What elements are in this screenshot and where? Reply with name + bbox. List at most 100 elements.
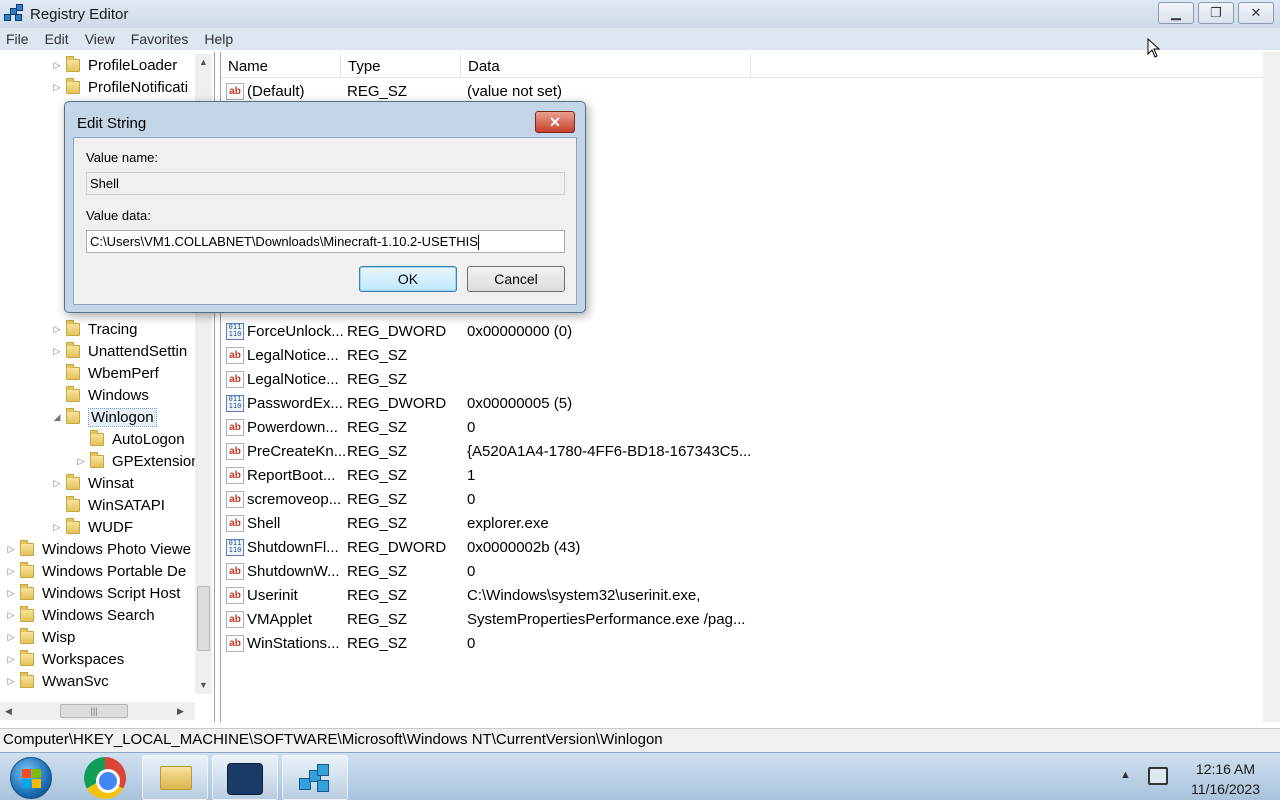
- network-icon[interactable]: [1148, 767, 1168, 785]
- show-hidden-icons-icon[interactable]: ▲: [1120, 769, 1131, 781]
- value-row[interactable]: 011 110 ShutdownFl... REG_DWORD 0x0000002b …: [221, 536, 1121, 560]
- tree-item[interactable]: ▷ ProfileLoader: [52, 54, 177, 76]
- folder-icon: [66, 319, 80, 336]
- tree-item[interactable]: ▷ Wisp: [6, 626, 75, 648]
- value-row[interactable]: 011 110 ForceUnlock... REG_DWORD 0x00000000…: [221, 320, 1121, 344]
- collapse-arrow-icon[interactable]: ◢: [52, 412, 62, 423]
- tree-item-label: Windows Script Host: [42, 584, 181, 602]
- value-name-cell: scremoveop...: [247, 491, 342, 508]
- value-row[interactable]: 011 110 PasswordEx... REG_DWORD 0x00000005 …: [221, 392, 1121, 416]
- value-row[interactable]: ab LegalNotice... REG_SZ: [221, 344, 1121, 368]
- expand-arrow-icon[interactable]: ▷: [6, 610, 16, 621]
- scroll-left-icon[interactable]: ◀: [0, 702, 17, 720]
- scroll-up-icon[interactable]: ▲: [195, 54, 212, 71]
- tree-item[interactable]: ▷ Winsat: [52, 472, 134, 494]
- tree-horizontal-scrollbar[interactable]: ◀ ||| ▶: [0, 702, 195, 720]
- value-row[interactable]: ab LegalNotice... REG_SZ: [221, 368, 1121, 392]
- value-type-cell: REG_DWORD: [347, 539, 447, 556]
- scroll-down-icon[interactable]: ▼: [195, 677, 212, 694]
- menu-edit[interactable]: Edit: [45, 31, 69, 47]
- scroll-right-icon[interactable]: ▶: [172, 702, 189, 720]
- expand-arrow-icon[interactable]: ▷: [76, 456, 86, 467]
- menu-help[interactable]: Help: [204, 31, 233, 47]
- value-row[interactable]: ab ShutdownW... REG_SZ 0: [221, 560, 1121, 584]
- tree-item[interactable]: ▷ Windows Script Host: [6, 582, 180, 604]
- tree-item[interactable]: WbemPerf: [52, 362, 159, 384]
- value-row[interactable]: ab Userinit REG_SZ C:\Windows\system32\user…: [221, 584, 1121, 608]
- tree-item[interactable]: ▷ Windows Portable De: [6, 560, 186, 582]
- tree-item[interactable]: ▷ ProfileNotificati: [52, 76, 188, 98]
- tree-item[interactable]: ▷ Tracing: [52, 318, 137, 340]
- menu-view[interactable]: View: [85, 31, 115, 47]
- folder-icon: [20, 605, 34, 622]
- list-vertical-scrollbar[interactable]: [1263, 52, 1280, 722]
- tree-item[interactable]: AutoLogon: [76, 428, 185, 450]
- registry-editor-taskbar-button[interactable]: [282, 755, 348, 800]
- file-explorer-button[interactable]: [142, 755, 208, 800]
- start-button[interactable]: [10, 757, 52, 799]
- tree-item[interactable]: WinSATAPI: [52, 494, 165, 516]
- value-data-cell: explorer.exe: [467, 515, 549, 532]
- tree-item[interactable]: ▷ WUDF: [52, 516, 133, 538]
- dialog-close-button[interactable]: ✕: [535, 111, 575, 133]
- tree-scroll-thumb[interactable]: [197, 586, 210, 651]
- menu-file[interactable]: File: [6, 31, 29, 47]
- folder-icon: [66, 473, 80, 490]
- tree-item[interactable]: ▷ UnattendSettin: [52, 340, 187, 362]
- expand-arrow-icon[interactable]: ▷: [6, 632, 16, 643]
- value-data-cell: 0: [467, 419, 476, 436]
- restore-button[interactable]: ❐: [1198, 2, 1234, 24]
- registry-editor-icon: [4, 4, 24, 24]
- value-row[interactable]: ab Shell REG_SZ explorer.exe: [221, 512, 1121, 536]
- expand-arrow-icon[interactable]: ▷: [52, 478, 62, 489]
- menu-favorites[interactable]: Favorites: [131, 31, 189, 47]
- expand-arrow-icon[interactable]: ▷: [52, 324, 62, 335]
- tree-item[interactable]: ▷ WwanSvc: [6, 670, 109, 692]
- tree-item[interactable]: ◢ Winlogon: [52, 406, 157, 428]
- folder-icon: [160, 766, 192, 790]
- expand-arrow-icon[interactable]: ▷: [52, 82, 62, 93]
- string-value-icon: ab: [226, 611, 244, 628]
- string-value-icon: ab: [226, 371, 244, 388]
- column-header-type[interactable]: Type: [341, 54, 461, 78]
- string-value-icon: ab: [226, 419, 244, 436]
- status-bar: Computer\HKEY_LOCAL_MACHINE\SOFTWARE\Mic…: [0, 728, 1280, 752]
- expand-arrow-icon[interactable]: ▷: [52, 346, 62, 357]
- tree-item-label: Windows Search: [42, 606, 155, 624]
- value-name-cell: PasswordEx...: [247, 395, 343, 412]
- value-row[interactable]: ab WinStations... REG_SZ 0: [221, 632, 1121, 656]
- expand-arrow-icon[interactable]: ▷: [6, 676, 16, 687]
- ok-button[interactable]: OK: [359, 266, 457, 292]
- value-row[interactable]: ab Powerdown... REG_SZ 0: [221, 416, 1121, 440]
- expand-arrow-icon[interactable]: ▷: [52, 522, 62, 533]
- expand-arrow-icon[interactable]: ▷: [52, 60, 62, 71]
- tree-item[interactable]: Windows: [52, 384, 149, 406]
- cancel-button[interactable]: Cancel: [467, 266, 565, 292]
- tree-item[interactable]: ▷ Workspaces: [6, 648, 124, 670]
- value-type-cell: REG_DWORD: [347, 395, 447, 412]
- tree-item[interactable]: ▷ Windows Photo Viewe: [6, 538, 191, 560]
- minimize-button[interactable]: ▁: [1158, 2, 1194, 24]
- value-row[interactable]: ab VMApplet REG_SZ SystemPropertiesPerforma…: [221, 608, 1121, 632]
- expand-arrow-icon[interactable]: ▷: [6, 566, 16, 577]
- expand-arrow-icon[interactable]: ▷: [6, 654, 16, 665]
- chrome-icon[interactable]: [84, 757, 126, 799]
- value-row[interactable]: ab PreCreateKn... REG_SZ {A520A1A4-1780-4FF…: [221, 440, 1121, 464]
- tree-hscroll-thumb[interactable]: |||: [60, 704, 128, 718]
- close-window-button[interactable]: ✕: [1238, 2, 1274, 24]
- column-header-data[interactable]: Data: [461, 54, 751, 78]
- taskbar: ▲ 12:16 AM 11/16/2023: [0, 752, 1280, 800]
- system-clock[interactable]: 12:16 AM 11/16/2023: [1191, 759, 1260, 799]
- window-title: Registry Editor: [30, 5, 129, 23]
- expand-arrow-icon[interactable]: ▷: [6, 588, 16, 599]
- expand-arrow-icon[interactable]: ▷: [6, 544, 16, 555]
- tree-item[interactable]: ▷ Windows Search: [6, 604, 155, 626]
- value-data-cell: 0x00000005 (5): [467, 395, 573, 412]
- column-header-name[interactable]: Name: [221, 54, 341, 78]
- value-data-input[interactable]: C:\Users\VM1.COLLABNET\Downloads\Minecra…: [86, 230, 565, 253]
- taskbar-app-button[interactable]: [212, 755, 278, 800]
- value-row[interactable]: ab scremoveop... REG_SZ 0: [221, 488, 1121, 512]
- value-name-cell: PreCreateKn...: [247, 443, 347, 460]
- tree-item[interactable]: ▷ GPExtension: [76, 450, 200, 472]
- value-row[interactable]: ab ReportBoot... REG_SZ 1: [221, 464, 1121, 488]
